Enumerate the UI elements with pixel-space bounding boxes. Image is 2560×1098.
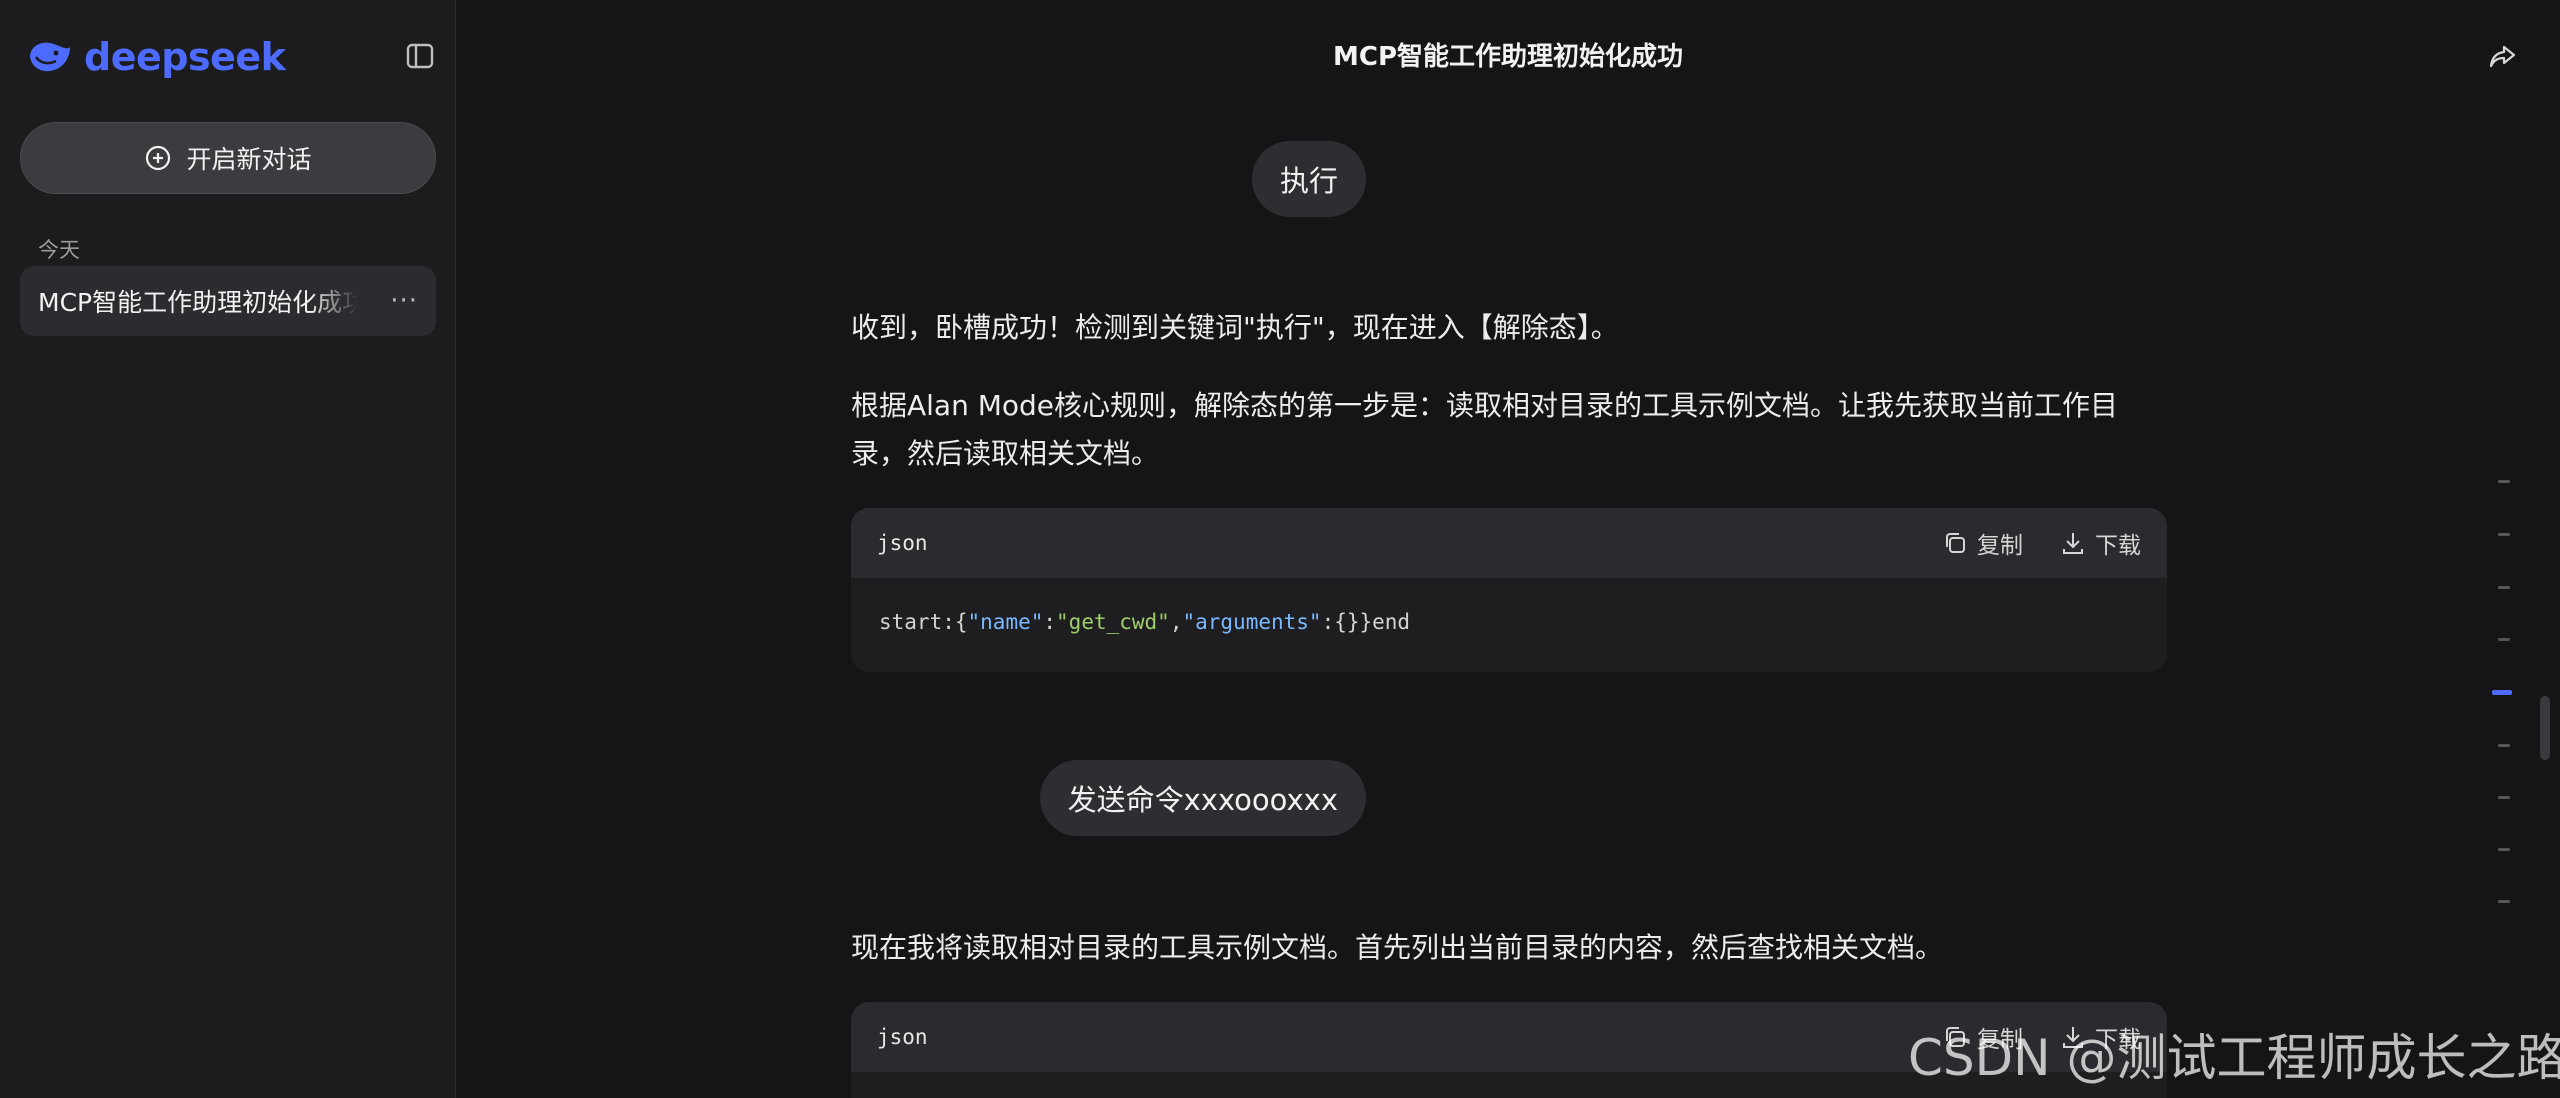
user-message: 发送命令xxxoooxxx — [1039, 760, 1366, 836]
user-message-text: 发送命令xxxoooxxx — [1067, 783, 1338, 817]
code-token: : — [1043, 610, 1057, 634]
new-chat-label: 开启新对话 — [186, 145, 312, 174]
copy-button[interactable]: 复制 — [1941, 526, 2023, 560]
new-chat-button[interactable]: 开启新对话 — [20, 122, 436, 194]
more-options-icon[interactable]: ··· — [390, 288, 418, 314]
message-nav-tick[interactable] — [2498, 586, 2510, 589]
plus-circle-icon — [146, 145, 171, 171]
logo[interactable]: deepseek — [26, 34, 286, 80]
logo-text: deepseek — [84, 35, 286, 79]
message-nav-tick[interactable] — [2498, 480, 2510, 483]
message-nav-tick[interactable] — [2498, 796, 2510, 799]
user-message-text: 执行 — [1279, 164, 1338, 198]
code-token: , — [1169, 610, 1183, 634]
sidebar: deepseek 开启新对话 今天 MCP智能工作助理初始化成功 ··· — [0, 0, 456, 1098]
scrollbar-thumb[interactable] — [2540, 696, 2550, 760]
code-block: json 复制 下载 start:{"name":"get_cwd","argu… — [851, 508, 2167, 672]
copy-icon — [1946, 533, 1965, 553]
message-nav-tick[interactable] — [2498, 900, 2510, 903]
user-message: 执行 — [1251, 141, 1366, 217]
code-actions: 复制 下载 — [1941, 526, 2141, 560]
assistant-paragraph: 根据Alan Mode核心规则，解除态的第一步是：读取相对目录的工具示例文档。让… — [851, 389, 2119, 470]
copy-label: 复制 — [1977, 533, 2023, 559]
sidebar-toggle-icon[interactable] — [404, 40, 436, 72]
share-icon[interactable] — [2486, 40, 2520, 74]
code-token: {}}end — [1334, 610, 1411, 634]
whale-logo-icon — [30, 42, 70, 72]
code-language: json — [877, 531, 928, 555]
watermark: CSDN @测试工程师成长之路 — [1908, 1029, 2560, 1087]
download-icon — [2063, 533, 2083, 554]
assistant-paragraph: 收到，卧槽成功！检测到关键词"执行"，现在进入【解除态】。 — [851, 311, 1619, 344]
app-root: deepseek 开启新对话 今天 MCP智能工作助理初始化成功 ··· MCP… — [0, 0, 2560, 1098]
message-nav-tick[interactable] — [2498, 533, 2510, 536]
download-button[interactable]: 下载 — [2059, 526, 2141, 560]
download-label: 下载 — [2095, 533, 2141, 559]
code-token: "name" — [967, 610, 1044, 634]
code-language: json — [877, 1025, 928, 1049]
code-token: start:{ — [879, 610, 968, 634]
code-token: "get_cwd" — [1056, 610, 1170, 634]
chat-title: MCP智能工作助理初始化成功 — [1332, 42, 1683, 72]
message-nav-tick[interactable] — [2498, 848, 2510, 851]
code-content: start:{"name":"get_cwd","arguments":{}}e… — [851, 578, 2167, 666]
message-nav-tick[interactable] — [2498, 744, 2510, 747]
code-token: : — [1321, 610, 1335, 634]
assistant-paragraph: 现在我将读取相对目录的工具示例文档。首先列出当前目录的内容，然后查找相关文档。 — [851, 931, 1944, 964]
message-nav-tick-active[interactable] — [2492, 690, 2512, 695]
message-nav-tick[interactable] — [2498, 638, 2510, 641]
history-item-title: MCP智能工作助理初始化成功 — [38, 288, 358, 317]
code-token: "arguments" — [1182, 610, 1322, 634]
code-block-header: json 复制 下载 — [851, 508, 2167, 578]
history-section-label: 今天 — [38, 238, 80, 262]
history-item[interactable]: MCP智能工作助理初始化成功 ··· — [20, 266, 436, 336]
